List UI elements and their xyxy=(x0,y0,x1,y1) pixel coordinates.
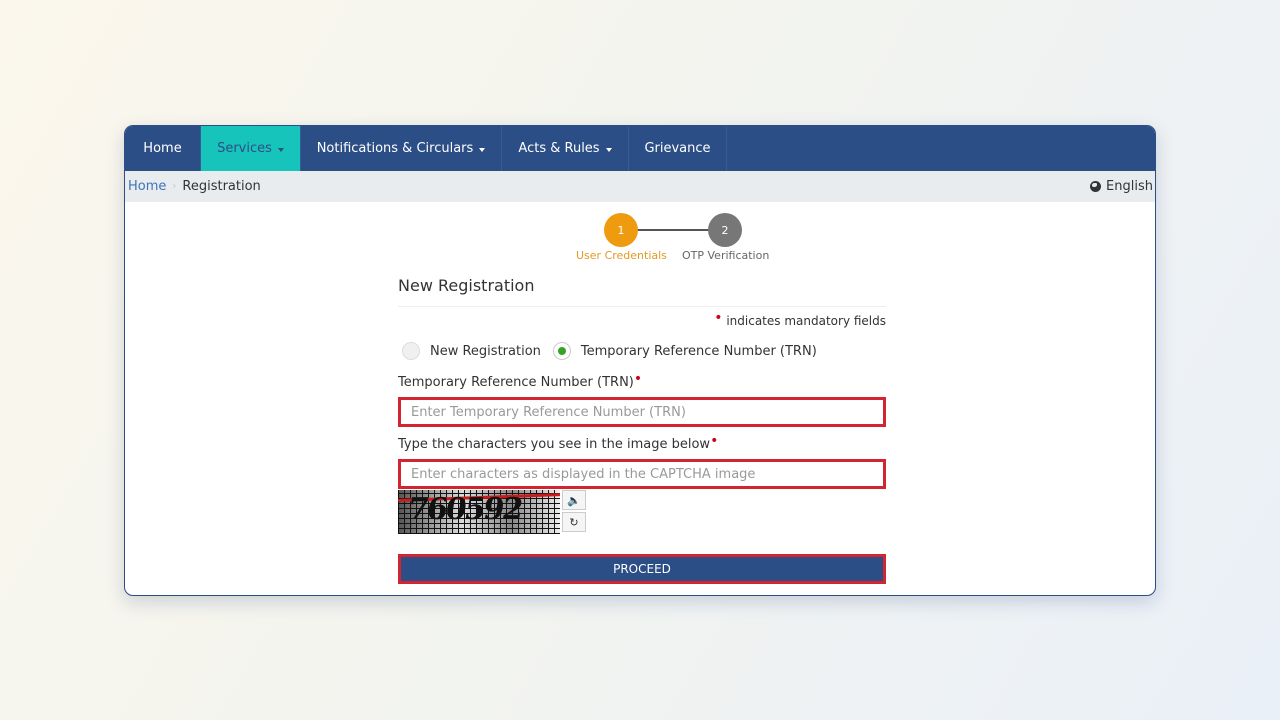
captcha-audio-button[interactable]: 🔈 xyxy=(562,490,586,510)
app-window: Home Services Notifications & Circulars … xyxy=(124,125,1156,596)
registration-type-radio-group: New Registration Temporary Reference Num… xyxy=(398,342,886,360)
refresh-icon: ↻ xyxy=(569,515,579,529)
step-2-circle: 2 xyxy=(708,213,742,247)
main-navbar: Home Services Notifications & Circulars … xyxy=(125,126,1155,171)
step-1-label: User Credentials xyxy=(576,249,667,262)
language-label: English xyxy=(1106,179,1153,194)
mandatory-note: • indicates mandatory fields xyxy=(398,311,886,328)
captcha-image: 760592 xyxy=(398,490,560,534)
radio-new-registration-label[interactable]: New Registration xyxy=(430,344,541,359)
trn-label-text: Temporary Reference Number (TRN) xyxy=(398,375,634,390)
required-marker: • xyxy=(633,371,643,387)
nav-services[interactable]: Services xyxy=(201,126,301,171)
step-2-label: OTP Verification xyxy=(682,249,770,262)
caret-down-icon xyxy=(479,147,486,152)
caret-down-icon xyxy=(605,147,612,152)
speaker-icon: 🔈 xyxy=(567,493,581,507)
trn-input[interactable] xyxy=(398,397,886,427)
nav-acts-rules[interactable]: Acts & Rules xyxy=(502,126,629,171)
breadcrumb: Home › Registration xyxy=(128,179,261,194)
captcha-field-label: Type the characters you see in the image… xyxy=(398,434,886,452)
captcha-image-text: 760592 xyxy=(405,492,524,527)
nav-grievance-label: Grievance xyxy=(644,141,711,156)
captcha-row: 760592 🔈 ↻ xyxy=(398,490,886,534)
nav-grievance[interactable]: Grievance xyxy=(629,126,727,171)
captcha-controls: 🔈 ↻ xyxy=(562,490,586,534)
mandatory-marker: • xyxy=(714,310,723,326)
required-marker: • xyxy=(710,433,719,449)
breadcrumb-bar: Home › Registration English xyxy=(125,171,1155,202)
breadcrumb-home-link[interactable]: Home xyxy=(128,179,166,194)
language-selector[interactable]: English xyxy=(1090,179,1153,194)
nav-notifications-circulars[interactable]: Notifications & Circulars xyxy=(301,126,502,171)
captcha-label-text: Type the characters you see in the image… xyxy=(398,437,711,452)
captcha-input[interactable] xyxy=(398,459,886,489)
registration-form: New Registration • indicates mandatory f… xyxy=(398,276,886,584)
nav-notifications-label: Notifications & Circulars xyxy=(316,141,474,156)
breadcrumb-current: Registration xyxy=(182,179,261,194)
caret-down-icon xyxy=(277,147,284,152)
radio-trn[interactable] xyxy=(552,342,571,360)
nav-services-label: Services xyxy=(217,141,272,156)
main-content: 1 2 User Credentials OTP Verification Ne… xyxy=(125,202,1155,595)
step-1-circle: 1 xyxy=(604,213,638,247)
radio-new-registration[interactable] xyxy=(402,342,420,360)
captcha-refresh-button[interactable]: ↻ xyxy=(562,512,586,532)
nav-acts-label: Acts & Rules xyxy=(518,141,600,156)
globe-icon xyxy=(1090,181,1102,192)
radio-trn-label[interactable]: Temporary Reference Number (TRN) xyxy=(581,344,817,359)
proceed-button[interactable]: PROCEED xyxy=(398,554,886,584)
form-title: New Registration xyxy=(398,276,886,307)
mandatory-note-text: indicates mandatory fields xyxy=(726,314,886,328)
breadcrumb-separator: › xyxy=(172,181,177,192)
nav-home[interactable]: Home xyxy=(125,126,201,171)
trn-field-label: Temporary Reference Number (TRN)• xyxy=(398,372,886,390)
nav-home-label: Home xyxy=(143,141,182,156)
